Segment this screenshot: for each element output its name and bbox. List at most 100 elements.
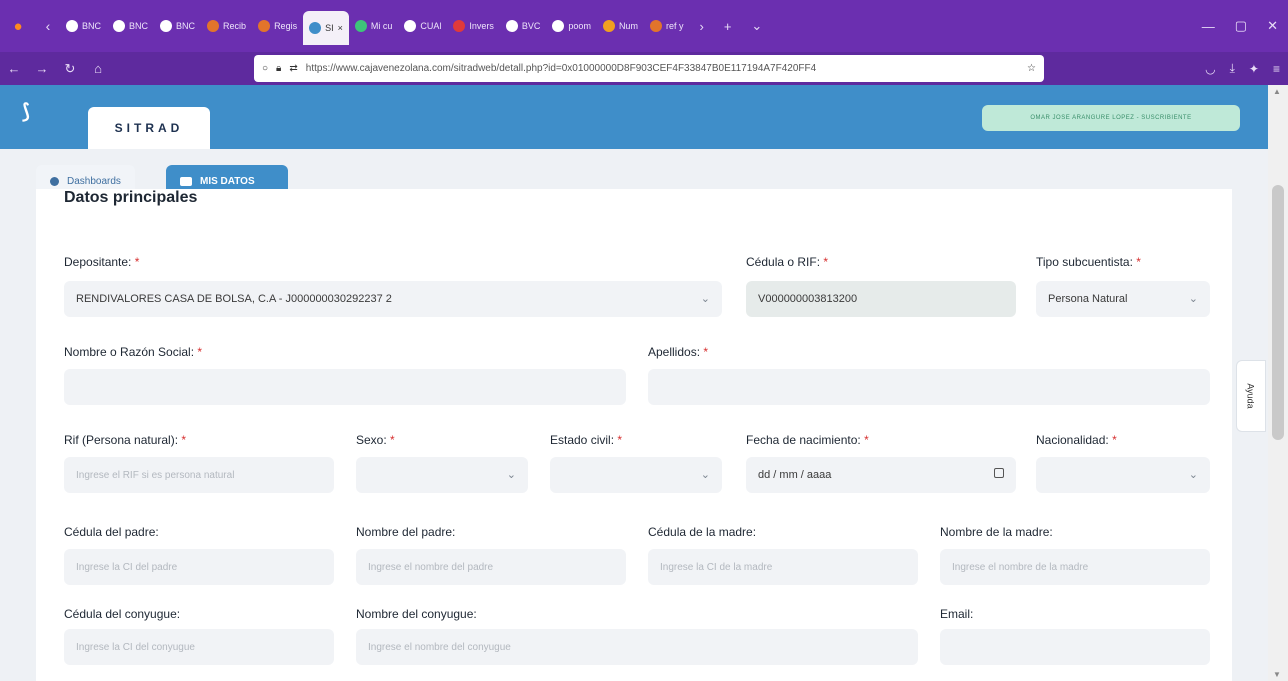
nombre-padre-label: Nombre del padre: [356,525,456,539]
dashboard-icon [50,177,59,186]
tab-scroll-right-icon[interactable]: › [689,19,713,34]
tab-label: BNC [82,21,102,31]
close-tab-icon[interactable]: × [338,23,343,33]
sexo-select[interactable]: ⌄ [356,457,528,493]
url-text[interactable]: https://www.cajavenezolana.com/sitradweb… [306,63,1019,74]
nombre-conyugue-input[interactable]: Ingrese el nombre del conyugue [356,629,918,665]
tab-list-dropdown-icon[interactable]: ⌄ [741,18,772,34]
fecha-nacimiento-input[interactable]: dd / mm / aaaa [746,457,1016,493]
scroll-down-icon[interactable]: ▼ [1273,670,1281,679]
tipo-subcuentista-label: Tipo subcuentista: * [1036,255,1141,269]
tab-favicon-icon [453,20,466,32]
form-card: Datos principales Depositante: * RENDIVA… [36,189,1232,681]
tab-list: BNC BNC BNC Recib Regis SI × Mi cu CUAl Invers BVC… [60,0,689,52]
cedula-madre-label: Cédula de la madre: [648,525,757,539]
nacionalidad-select[interactable]: ⌄ [1036,457,1210,493]
browser-tab[interactable]: Regis [252,11,303,41]
calendar-icon[interactable] [994,468,1004,478]
home-icon[interactable]: ⌂ [84,61,112,76]
cedula-rif-field[interactable]: V000000003813200 [746,281,1016,317]
browser-tab[interactable]: CUAl [398,11,447,41]
tab-label: BNC [176,21,196,31]
lock-icon[interactable]: 🔒︎ [276,63,281,74]
nombre-razon-field[interactable] [64,369,626,405]
nombre-madre-input[interactable]: Ingrese el nombre de la madre [940,549,1210,585]
sexo-label: Sexo: * [356,433,395,447]
cedula-madre-input[interactable]: Ingrese la CI de la madre [648,549,918,585]
cedula-rif-label: Cédula o RIF: * [746,255,829,269]
scroll-up-icon[interactable]: ▲ [1273,87,1281,96]
chevron-down-icon: ⌄ [1188,469,1198,481]
rif-persona-label: Rif (Persona natural): * [64,433,187,447]
sub-nav: Dashboards MIS DATOS [0,149,1268,198]
app-brand-tab[interactable]: SITRAD [88,107,210,149]
tab-favicon-icon [258,20,271,32]
back-icon[interactable]: ← [0,61,28,76]
minimize-button[interactable]: — [1192,19,1225,34]
email-label: Email: [940,607,974,621]
tab-label: BVC [521,21,541,31]
maximize-button[interactable]: ▢ [1225,18,1257,34]
cedula-conyugue-input[interactable]: Ingrese la CI del conyugue [64,629,334,665]
browser-tab[interactable]: poom [546,11,597,41]
browser-tab[interactable]: BNC [154,11,201,41]
nombre-madre-label: Nombre de la madre: [940,525,1053,539]
tipo-subcuentista-select[interactable]: Persona Natural ⌄ [1036,281,1210,317]
browser-tab[interactable]: Recib [201,11,252,41]
tab-label: BNC [129,21,149,31]
tab-scroll-left-icon[interactable]: ‹ [36,18,60,34]
browser-tab[interactable]: BNC [107,11,154,41]
shield-icon[interactable]: ○ [262,63,268,74]
tab-favicon-icon [552,20,565,32]
browser-tab[interactable]: BVC [500,11,547,41]
browser-tab[interactable]: Num [597,11,644,41]
url-bar[interactable]: ○ 🔒︎ ⇄ https://www.cajavenezolana.com/si… [254,55,1044,82]
tab-label: SI [325,23,334,33]
tab-favicon-icon [404,20,417,32]
pocket-icon[interactable]: ◡ [1205,62,1215,76]
browser-tab[interactable]: SI × [303,11,349,45]
tab-favicon-icon [113,20,126,32]
cedula-padre-label: Cédula del padre: [64,525,159,539]
tab-label: Regis [274,21,298,31]
depositante-select[interactable]: RENDIVALORES CASA DE BOLSA, C.A - J00000… [64,281,722,317]
menu-icon[interactable]: ≡ [1273,62,1280,76]
browser-tab[interactable]: Mi cu [349,11,399,41]
download-icon[interactable]: ⤓ [1230,61,1235,76]
scrollbar-thumb[interactable] [1272,185,1284,440]
user-badge[interactable]: OMAR JOSE ARANGURE LOPEZ - SUSCRIBIENTE [982,105,1240,131]
new-tab-button[interactable]: + [714,19,742,34]
close-window-button[interactable]: ✕ [1257,18,1288,34]
nombre-padre-input[interactable]: Ingrese el nombre del padre [356,549,626,585]
section-title: Datos principales [64,189,198,206]
chevron-down-icon: ⌄ [700,293,710,305]
bookmark-star-icon[interactable]: ☆ [1027,63,1036,74]
depositante-label: Depositante: * [64,255,140,269]
browser-tab[interactable]: Invers [447,11,500,41]
ayuda-tab[interactable]: Ayuda [1236,360,1266,432]
firefox-icon[interactable]: ● [0,0,36,52]
page-scrollbar[interactable]: ▲ ▼ [1268,85,1288,681]
estado-civil-select[interactable]: ⌄ [550,457,722,493]
browser-nav-bar: ← → ↻ ⌂ ○ 🔒︎ ⇄ https://www.cajavenezolan… [0,52,1288,85]
tab-favicon-icon [160,20,173,32]
tab-label: poom [568,21,591,31]
tab-favicon-icon [354,20,367,32]
apellidos-field[interactable] [648,369,1210,405]
extensions-icon[interactable]: ✦ [1249,62,1259,76]
tab-label: CUAl [420,21,442,31]
cedula-padre-input[interactable]: Ingrese la CI del padre [64,549,334,585]
permissions-icon[interactable]: ⇄ [289,63,297,74]
email-input[interactable] [940,629,1210,665]
tab-favicon-icon [505,20,518,32]
sitrad-logo-icon: ⟆ [22,101,30,123]
forward-icon[interactable]: → [28,61,56,76]
reload-icon[interactable]: ↻ [56,61,84,77]
rif-persona-input[interactable]: Ingrese el RIF si es persona natural [64,457,334,493]
app-header: ⟆ SITRAD OMAR JOSE ARANGURE LOPEZ - SUSC… [0,85,1268,149]
browser-tab[interactable]: ref y [644,11,690,41]
browser-tab[interactable]: BNC [60,11,107,41]
fecha-nacimiento-label: Fecha de nacimiento: * [746,433,869,447]
ayuda-label: Ayuda [1245,383,1256,409]
tab-label: Recib [223,21,247,31]
